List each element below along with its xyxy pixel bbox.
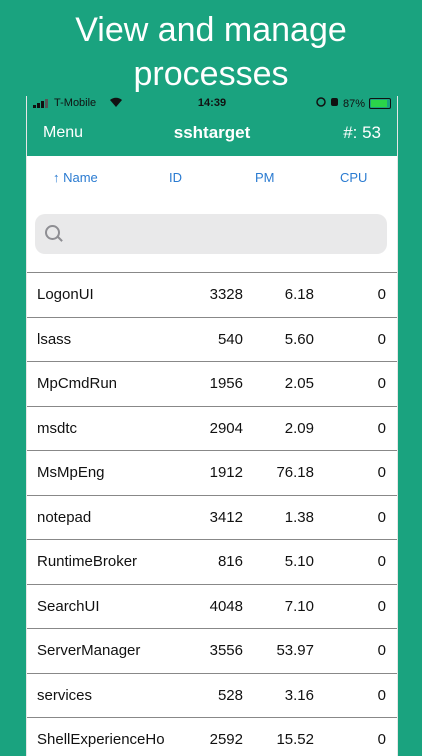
process-row[interactable]: LogonUI 3328 6.18 0 <box>27 273 397 318</box>
sort-by-cpu-button[interactable]: CPU <box>340 170 367 185</box>
process-pm: 5.10 <box>284 553 314 570</box>
process-id: 816 <box>217 553 243 570</box>
process-name: ServerManager <box>37 642 141 659</box>
process-pm: 76.18 <box>276 464 314 481</box>
process-name: msdtc <box>37 419 78 437</box>
process-row[interactable]: notepad 3412 1.38 0 <box>27 495 397 540</box>
sort-by-id-button[interactable]: ID <box>169 170 182 185</box>
process-cpu: 0 <box>377 642 386 659</box>
process-cpu: 0 <box>377 330 386 348</box>
search-field[interactable] <box>35 214 387 256</box>
process-row[interactable]: ServerManager 3556 53.97 0 <box>27 629 397 674</box>
process-pm: 7.10 <box>284 597 314 615</box>
host-title: sshtarget <box>173 123 251 142</box>
process-cpu: 0 <box>377 464 386 481</box>
process-cpu: 0 <box>377 597 386 615</box>
process-pm: 3.16 <box>284 686 314 704</box>
process-name: RuntimeBroker <box>37 553 138 570</box>
promo-headline: View and manage processes <box>0 8 422 96</box>
process-pm: 2.09 <box>284 419 314 437</box>
orientation-lock-icon <box>316 97 326 110</box>
process-row[interactable]: ShellExperienceHo 2592 15.52 0 <box>27 718 397 756</box>
process-row[interactable]: RuntimeBroker 816 5.10 0 <box>27 540 397 585</box>
search-area <box>27 200 397 266</box>
process-pm: 2.05 <box>284 375 314 392</box>
sort-by-name-button[interactable]: ↑ Name <box>53 170 98 185</box>
process-name: SearchUI <box>37 597 100 615</box>
promo-line-1: View and manage <box>75 11 347 49</box>
process-name: LogonUI <box>37 286 94 303</box>
promo-line-2: processes <box>133 55 289 93</box>
process-name: MsMpEng <box>37 464 105 481</box>
column-header-bar: ↑ Name ID PM CPU <box>27 156 397 201</box>
process-cpu: 0 <box>377 686 386 704</box>
battery-percent: 87% <box>342 97 365 110</box>
status-bar: T-Mobile 14:39 87% <box>27 96 397 112</box>
process-id: 3412 <box>209 508 243 526</box>
process-row[interactable]: MsMpEng 1912 76.18 0 <box>27 451 397 496</box>
process-name: notepad <box>37 508 92 526</box>
search-input[interactable] <box>67 214 371 256</box>
process-row[interactable]: SearchUI 4048 7.10 0 <box>27 584 397 629</box>
process-pm: 5.60 <box>284 330 314 348</box>
process-cpu: 0 <box>377 419 386 437</box>
process-id: 2592 <box>209 731 243 748</box>
process-cpu: 0 <box>377 553 386 570</box>
process-cpu: 0 <box>377 375 386 392</box>
process-cpu: 0 <box>377 286 386 303</box>
process-count: #: 53 <box>343 123 381 142</box>
process-id: 3556 <box>209 642 243 659</box>
process-row[interactable]: MpCmdRun 1956 2.05 0 <box>27 362 397 407</box>
process-id: 3328 <box>209 286 243 303</box>
process-row[interactable]: services 528 3.16 0 <box>27 673 397 718</box>
navigation-bar: Menu sshtarget #: 53 <box>27 112 397 156</box>
process-list[interactable]: LogonUI 3328 6.18 0 lsass 540 5.60 0 MpCmdRun 195… <box>27 272 397 756</box>
sort-by-pm-button[interactable]: PM <box>255 170 275 185</box>
alarm-icon <box>330 97 339 110</box>
process-name: MpCmdRun <box>37 375 118 392</box>
process-id: 2904 <box>209 419 243 437</box>
process-cpu: 0 <box>377 731 386 748</box>
process-pm: 1.38 <box>284 508 314 526</box>
process-row[interactable]: lsass 540 5.60 0 <box>27 317 397 362</box>
process-id: 1956 <box>209 375 243 392</box>
process-cpu: 0 <box>377 508 386 526</box>
process-id: 540 <box>217 330 243 348</box>
process-name: lsass <box>37 330 72 348</box>
status-right-group: 87% <box>316 97 391 110</box>
process-pm: 15.52 <box>276 731 314 748</box>
process-row[interactable]: msdtc 2904 2.09 0 <box>27 406 397 451</box>
process-id: 4048 <box>209 597 243 615</box>
phone-screen: T-Mobile 14:39 87% Menu sshtarget #: 53 … <box>26 96 398 756</box>
search-icon <box>45 225 60 240</box>
process-name: services <box>37 686 93 704</box>
process-pm: 53.97 <box>276 642 314 659</box>
battery-icon <box>369 98 391 109</box>
process-name: ShellExperienceHo <box>37 731 165 748</box>
process-id: 1912 <box>209 464 243 481</box>
process-pm: 6.18 <box>284 286 314 303</box>
process-id: 528 <box>217 686 243 704</box>
